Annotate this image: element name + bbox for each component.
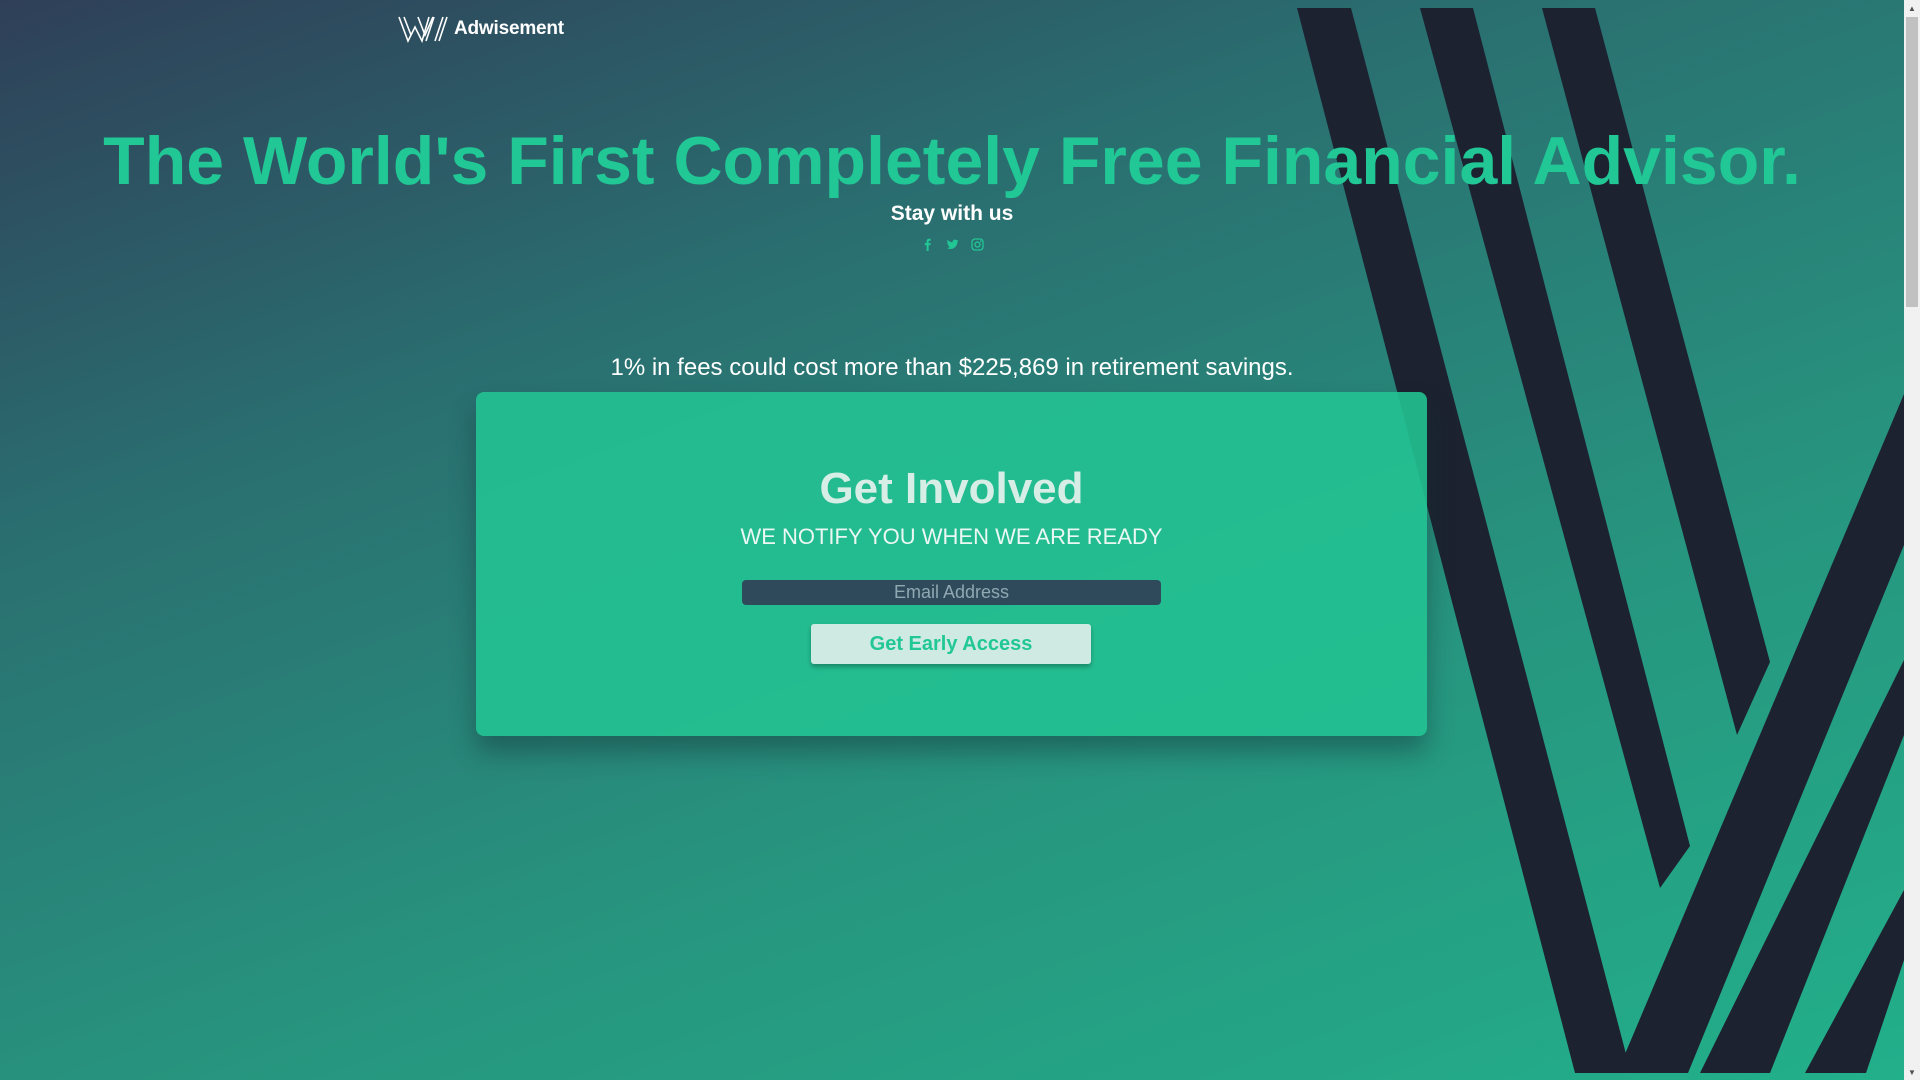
hero-title: The World's First Completely Free Financ…	[103, 123, 1801, 199]
stay-with-us-label: Stay with us	[890, 202, 1014, 225]
landing-page: Adwisement The World's First Completely …	[0, 0, 1920, 1080]
signup-card: Get Involved WE NOTIFY YOU WHEN WE ARE R…	[476, 392, 1427, 736]
bg-stripe-4	[1617, 394, 1904, 1073]
twitter-icon[interactable]	[946, 238, 959, 251]
adwisement-logo-icon[interactable]	[398, 14, 448, 44]
scroll-up-arrow-icon[interactable]: ▲	[1904, 0, 1920, 16]
email-field[interactable]	[742, 580, 1161, 605]
brand-name[interactable]: Adwisement	[454, 18, 564, 40]
facebook-icon[interactable]	[921, 238, 934, 251]
card-title: Get Involved	[819, 464, 1084, 513]
get-early-access-button[interactable]: Get Early Access	[811, 624, 1091, 664]
scrollbar-thumb[interactable]	[1906, 17, 1918, 307]
instagram-icon[interactable]	[970, 238, 984, 251]
vertical-scrollbar[interactable]: ▲ ▼	[1904, 0, 1920, 1080]
fees-statement: 1% in fees could cost more than $225,869…	[610, 354, 1294, 381]
site-header: Adwisement	[398, 14, 564, 44]
bg-stripe-6	[1805, 890, 1904, 1073]
scroll-down-arrow-icon[interactable]: ▼	[1904, 1064, 1920, 1080]
bg-stripe-5	[1700, 660, 1904, 1073]
card-subtitle: WE NOTIFY YOU WHEN WE ARE READY	[740, 524, 1163, 549]
social-links	[0, 238, 1904, 251]
